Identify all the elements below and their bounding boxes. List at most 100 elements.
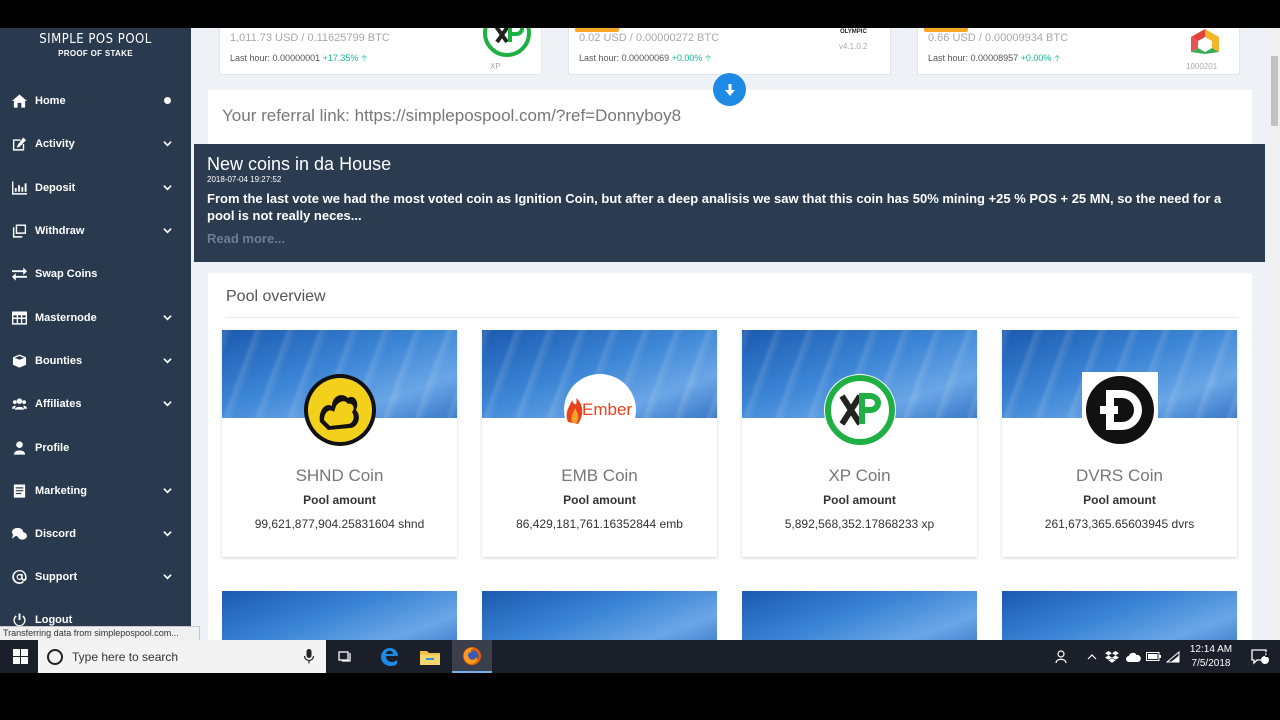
- sidebar-item-marketing[interactable]: Marketing: [0, 471, 191, 511]
- ticker-version: v4.1.0.2: [839, 42, 868, 51]
- sidebar-item-discord[interactable]: Discord: [0, 514, 191, 554]
- olympic-logo: OLYMPIC: [840, 29, 867, 35]
- dvrs-logo-icon: [1082, 372, 1158, 448]
- ticker-xp[interactable]: 1,011.73 USD / 0.11625799 BTC Last hour:…: [219, 28, 542, 75]
- dropbox-icon: [1105, 650, 1119, 663]
- sidebar-item-activity[interactable]: Activity: [0, 124, 191, 164]
- taskbar-file-explorer[interactable]: [410, 640, 450, 673]
- chevron-down-icon: [163, 574, 172, 580]
- start-button[interactable]: [0, 640, 40, 673]
- power-icon: [11, 613, 28, 627]
- active-indicator-icon: [164, 97, 171, 104]
- ticker-version: XP: [490, 62, 501, 71]
- coin-name: XP Coin: [828, 466, 891, 485]
- ticker-price: 0.02 USD / 0.00000272 BTC: [579, 32, 720, 44]
- sidebar: SIMPLE POS POOL PROOF OF STAKE Home Acti…: [0, 28, 200, 640]
- wifi-icon: [1166, 650, 1180, 662]
- pool-amount-label: Pool amount: [563, 493, 636, 507]
- tray-overflow-button[interactable]: [1084, 640, 1100, 673]
- hexagon-logo-icon: [1191, 29, 1219, 54]
- chat-icon: [11, 527, 28, 541]
- taskbar-firefox[interactable]: [452, 640, 492, 673]
- news-panel: New coins in da House 2018-07-04 19:27:5…: [194, 144, 1265, 262]
- browser-status-bar: Transferring data from simplepospool.com…: [0, 626, 200, 640]
- vertical-scrollbar[interactable]: [1269, 28, 1280, 640]
- xp-logo-icon: [822, 372, 898, 448]
- windows-icon: [12, 649, 28, 664]
- ticker-version: 1000201: [1186, 62, 1218, 71]
- scrollbar-thumb[interactable]: [1271, 56, 1278, 126]
- battery-icon: [1145, 652, 1161, 661]
- pool-amount-value: 261,673,365.65603945 dvrs: [1044, 517, 1195, 531]
- cortana-icon: [47, 648, 63, 665]
- copy-icon: [11, 224, 28, 238]
- sidebar-item-withdraw[interactable]: Withdraw: [0, 211, 191, 251]
- ticker-last-hour: Last hour: 0.00000001 +17.35% 🡡: [230, 53, 368, 63]
- news-date: 2018-07-04 19:27:52: [207, 175, 282, 184]
- battery-tray[interactable]: [1144, 640, 1162, 673]
- coin-card-banner[interactable]: [222, 591, 457, 640]
- ticker-third[interactable]: 0.66 USD / 0.00009934 BTC Last hour: 0.0…: [917, 28, 1240, 75]
- sidebar-item-label: Affiliates: [35, 398, 82, 410]
- taskbar-edge[interactable]: [369, 640, 409, 673]
- wifi-tray[interactable]: [1164, 640, 1182, 673]
- ember-logo-icon: Ember: [562, 372, 638, 448]
- sidebar-item-label: Profile: [35, 442, 70, 454]
- action-center-button[interactable]: 2: [1240, 640, 1280, 673]
- people-button[interactable]: [1042, 640, 1082, 673]
- chevron-down-icon: [163, 315, 172, 321]
- sidebar-item-label: Masternode: [35, 312, 97, 324]
- microphone-icon[interactable]: [304, 649, 314, 664]
- users-icon: [11, 397, 28, 411]
- sidebar-item-swap-coins[interactable]: Swap Coins: [0, 254, 191, 294]
- sidebar-item-home[interactable]: Home: [0, 81, 191, 121]
- onedrive-tray[interactable]: [1124, 640, 1142, 673]
- news-title: New coins in da House: [207, 154, 392, 174]
- sidebar-item-label: Bounties: [35, 355, 83, 367]
- taskbar-clock[interactable]: 12:14 AM 7/5/2018: [1182, 643, 1240, 671]
- sidebar-item-label: Swap Coins: [35, 268, 98, 280]
- sidebar-item-label: Discord: [35, 528, 76, 540]
- edit-icon: [11, 137, 28, 151]
- sidebar-item-support[interactable]: Support: [0, 557, 191, 597]
- read-more-link[interactable]: Read more...: [207, 231, 1252, 246]
- coin-card-dvrs[interactable]: DVRS Coin Pool amount 261,673,365.656039…: [1002, 330, 1237, 557]
- news-body: From the last vote we had the most voted…: [207, 191, 1222, 223]
- coin-card-banner[interactable]: [742, 591, 977, 640]
- ticker-olympic[interactable]: 0.02 USD / 0.00000272 BTC Last hour: 0.0…: [568, 28, 891, 75]
- referral-url[interactable]: https://simplepospool.com/?ref=Donnyboy8: [355, 106, 682, 125]
- sidebar-item-label: Logout: [35, 614, 73, 626]
- sidebar-item-label: Deposit: [35, 182, 76, 194]
- sidebar-item-masternode[interactable]: Masternode: [0, 298, 191, 338]
- ticker-price: 1,011.73 USD / 0.11625799 BTC: [230, 32, 390, 44]
- brand-title: SIMPLE POS POOL: [39, 32, 152, 47]
- table-icon: [11, 311, 28, 325]
- sidebar-item-profile[interactable]: Profile: [0, 428, 191, 468]
- task-view-button[interactable]: [326, 640, 366, 673]
- coin-card-banner[interactable]: [1002, 591, 1237, 640]
- ticker-last-hour: Last hour: 0.00008957 +0.00% 🡡: [928, 53, 1061, 63]
- chevron-down-icon: [163, 141, 172, 147]
- people-icon: [1055, 649, 1067, 663]
- document-icon: [11, 484, 28, 498]
- ticker-last-hour: Last hour: 0.00000069 +0.00% 🡡: [579, 53, 712, 63]
- coin-name: SHND Coin: [295, 466, 384, 485]
- sidebar-item-deposit[interactable]: Deposit: [0, 168, 191, 208]
- svg-text:Ember: Ember: [582, 400, 632, 419]
- pool-amount-value: 5,892,568,352.17868233 xp: [784, 517, 935, 531]
- sidebar-item-affiliates[interactable]: Affiliates: [0, 384, 191, 424]
- coin-card-shnd[interactable]: SHND Coin Pool amount 99,621,877,904.258…: [222, 330, 457, 557]
- coin-card-xp[interactable]: XP Coin Pool amount 5,892,568,352.178682…: [742, 330, 977, 557]
- sidebar-item-bounties[interactable]: Bounties: [0, 341, 191, 381]
- taskbar-search[interactable]: Type here to search: [38, 640, 326, 673]
- cube-icon: [11, 354, 28, 368]
- sidebar-item-label: Withdraw: [35, 225, 85, 237]
- clock-time: 12:14 AM: [1189, 644, 1233, 655]
- coin-card-emb[interactable]: Ember EMB Coin Pool amount 86,429,181,76…: [482, 330, 717, 557]
- dropbox-tray[interactable]: [1103, 640, 1121, 673]
- chevron-down-icon: [163, 185, 172, 191]
- coin-card-banner[interactable]: [482, 591, 717, 640]
- search-placeholder: Type here to search: [72, 649, 179, 664]
- chevron-down-icon: [163, 228, 172, 234]
- scroll-down-button[interactable]: [713, 73, 746, 106]
